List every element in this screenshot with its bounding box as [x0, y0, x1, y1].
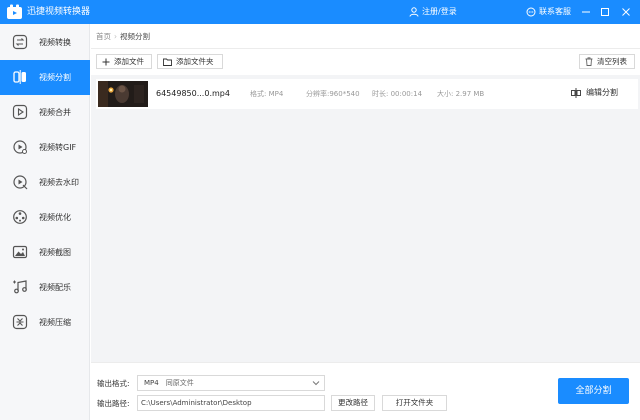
video-music-icon — [13, 280, 27, 294]
user-icon — [409, 7, 419, 17]
sidebar-item-video-to-gif[interactable]: 视频转GIF — [0, 130, 90, 165]
folder-icon — [163, 58, 172, 66]
add-folder-label: 添加文件夹 — [176, 57, 214, 66]
app-title: 迅捷视频转换器 — [27, 7, 91, 17]
title-bar: 迅捷视频转换器 注册/登录 联系客服 — [0, 0, 640, 24]
output-format-value: MP4 — [144, 379, 159, 387]
split-all-button[interactable]: 全部分割 — [558, 378, 629, 404]
split-icon — [571, 88, 581, 98]
minimize-icon[interactable] — [580, 6, 592, 18]
output-path-label: 输出路径: — [97, 399, 130, 408]
video-to-gif-icon — [13, 140, 27, 154]
add-file-label: 添加文件 — [114, 57, 144, 66]
app-logo-icon — [7, 4, 22, 19]
sidebar-item-video-merge[interactable]: 视频合并 — [0, 95, 90, 130]
video-optimize-icon — [13, 210, 27, 224]
change-path-button[interactable]: 更改路径 — [331, 395, 375, 411]
remove-watermark-icon — [13, 175, 28, 190]
maximize-icon[interactable] — [599, 6, 611, 18]
output-format-label: 输出格式: — [97, 379, 130, 388]
video-thumbnail — [98, 81, 148, 107]
output-format-sub: 同原文件 — [165, 379, 194, 387]
file-duration: 时长: 00:00:14 — [372, 90, 423, 98]
sidebar: 视频转换 视频分割 视频合并 视频转GIF 视频去水印 视频优化 视频截图 视频… — [0, 24, 90, 420]
chevron-down-icon — [312, 381, 320, 386]
add-folder-button[interactable]: 添加文件夹 — [157, 54, 223, 69]
video-screenshot-icon — [12, 245, 28, 259]
file-name: 64549850...0.mp4 — [156, 89, 230, 98]
clear-list-button[interactable]: 清空列表 — [579, 54, 635, 69]
edit-split-label: 编辑分割 — [586, 88, 618, 97]
sidebar-item-label: 视频转换 — [39, 38, 71, 47]
sidebar-item-remove-watermark[interactable]: 视频去水印 — [0, 165, 90, 200]
output-settings: 输出格式: MP4 同原文件 输出路径: C:\Users\Administrat… — [91, 362, 640, 420]
clear-list-label: 清空列表 — [597, 57, 627, 66]
sidebar-item-video-split[interactable]: 视频分割 — [0, 60, 90, 95]
file-format: 格式: MP4 — [250, 90, 284, 98]
sidebar-item-label: 视频转GIF — [39, 143, 77, 152]
file-resolution: 分辨率:960*540 — [306, 90, 360, 98]
video-split-icon — [13, 70, 26, 84]
sidebar-item-label: 视频截图 — [39, 248, 71, 257]
sidebar-item-video-compress[interactable]: 视频压缩 — [0, 305, 90, 340]
login-label: 注册/登录 — [422, 7, 457, 16]
close-icon[interactable] — [620, 6, 632, 18]
open-folder-button[interactable]: 打开文件夹 — [382, 395, 447, 411]
output-format-select[interactable]: MP4 同原文件 — [137, 375, 325, 391]
main-panel: 首页 › 视频分割 添加文件 添加文件夹 清空列表 64549850...0.m… — [91, 24, 640, 420]
add-file-button[interactable]: 添加文件 — [96, 54, 152, 69]
breadcrumb-separator: › — [114, 32, 117, 41]
sidebar-item-video-screenshot[interactable]: 视频截图 — [0, 235, 90, 270]
video-compress-icon — [12, 314, 28, 330]
file-row[interactable]: 64549850...0.mp4 格式: MP4 分辨率:960*540 时长:… — [96, 79, 638, 109]
sidebar-item-label: 视频去水印 — [39, 178, 79, 187]
file-list: 64549850...0.mp4 格式: MP4 分辨率:960*540 时长:… — [91, 75, 640, 362]
sidebar-item-video-optimize[interactable]: 视频优化 — [0, 200, 90, 235]
sidebar-item-video-music[interactable]: 视频配乐 — [0, 270, 90, 305]
sidebar-item-label: 视频分割 — [39, 73, 71, 82]
plus-icon — [102, 58, 110, 65]
sidebar-item-label: 视频配乐 — [39, 283, 71, 292]
sidebar-item-label: 视频优化 — [39, 213, 71, 222]
breadcrumb: 首页 › 视频分割 — [96, 32, 150, 42]
file-size: 大小: 2.97 MB — [437, 90, 485, 98]
edit-split-button[interactable]: 编辑分割 — [571, 87, 618, 99]
video-convert-icon — [12, 34, 28, 50]
output-path-input[interactable]: C:\Users\Administrator\Desktop — [137, 395, 325, 411]
sidebar-item-label: 视频压缩 — [39, 318, 71, 327]
breadcrumb-current: 视频分割 — [120, 32, 150, 41]
support-label: 联系客服 — [539, 7, 571, 16]
sidebar-item-label: 视频合并 — [39, 108, 71, 117]
video-merge-icon — [12, 104, 28, 120]
chat-icon — [526, 7, 536, 17]
divider — [91, 48, 640, 49]
trash-icon — [585, 57, 593, 66]
sidebar-item-video-convert[interactable]: 视频转换 — [0, 25, 90, 60]
login-link[interactable]: 注册/登录 — [409, 6, 457, 18]
contact-support-link[interactable]: 联系客服 — [526, 6, 571, 18]
breadcrumb-home[interactable]: 首页 — [96, 32, 111, 41]
